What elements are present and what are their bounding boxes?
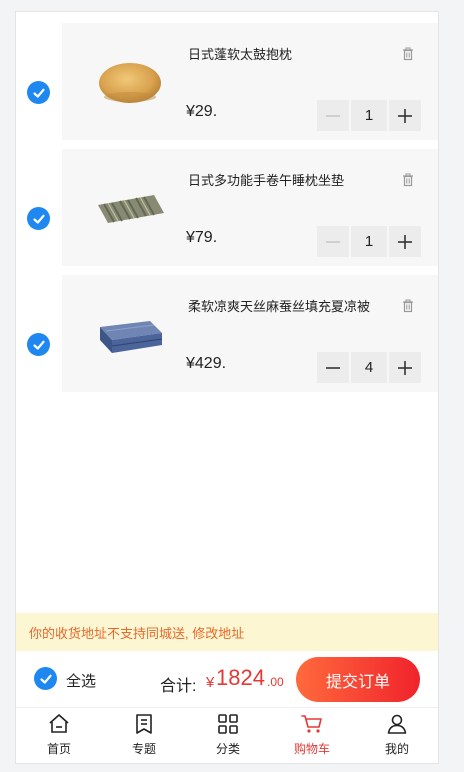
increase-button[interactable] xyxy=(389,100,421,131)
submit-order-button[interactable]: 提交订单 xyxy=(296,657,420,702)
product-name[interactable]: 柔软凉爽天丝麻蚕丝填充夏凉被 xyxy=(188,296,370,315)
address-notice[interactable]: 你的收货地址不支持同城送, 修改地址 xyxy=(16,613,438,651)
cart-item: 日式蓬软太鼓抱枕 ¥29. 1 xyxy=(16,23,438,140)
total-label: 合计: xyxy=(160,678,197,695)
cart-item-card: 柔软凉爽天丝麻蚕丝填充夏凉被 ¥429. 4 xyxy=(62,275,438,392)
tab-profile-label: 我的 xyxy=(384,742,409,756)
total-amount: 1824 xyxy=(216,665,265,690)
user-icon xyxy=(387,714,407,734)
topic-icon xyxy=(136,714,152,734)
total-decimal: .00 xyxy=(267,675,284,689)
item-checkbox[interactable] xyxy=(27,81,50,104)
decrease-button[interactable] xyxy=(317,100,349,131)
product-price: ¥29. xyxy=(186,103,218,120)
cart-item-card: 日式蓬软太鼓抱枕 ¥29. 1 xyxy=(62,23,438,140)
tab-category[interactable]: 分类 xyxy=(198,712,258,757)
category-icon xyxy=(218,714,238,734)
select-all-checkbox[interactable] xyxy=(34,667,57,690)
plus-icon xyxy=(398,360,412,375)
check-icon xyxy=(39,674,52,684)
product-price: ¥429. xyxy=(186,355,227,372)
checkout-bar: 全选 合计: ¥ 1824 .00 提交订单 xyxy=(16,651,438,707)
quantity-value[interactable]: 4 xyxy=(351,352,387,383)
cart-item: 柔软凉爽天丝麻蚕丝填充夏凉被 ¥429. 4 xyxy=(16,275,438,392)
tab-category-label: 分类 xyxy=(215,742,240,756)
quantity-value[interactable]: 1 xyxy=(351,100,387,131)
tab-profile[interactable]: 我的 xyxy=(367,712,427,757)
tab-home[interactable]: 首页 xyxy=(29,712,89,757)
trash-icon[interactable] xyxy=(402,299,414,313)
product-price: ¥79. xyxy=(186,229,218,246)
bottom-tab-bar: 首页 专题 分类 购物车 我的 xyxy=(16,707,438,763)
cart-item: 日式多功能手卷午睡枕坐垫 ¥79. 1 xyxy=(16,149,438,266)
select-all-label[interactable]: 全选 xyxy=(66,670,96,691)
tab-cart-label: 购物车 xyxy=(293,742,330,756)
quantity-stepper: 1 xyxy=(317,226,421,257)
product-name[interactable]: 日式蓬软太鼓抱枕 xyxy=(188,44,292,63)
product-image-round-cushion[interactable] xyxy=(92,57,168,107)
minus-icon xyxy=(326,366,340,369)
quantity-stepper: 1 xyxy=(317,100,421,131)
cart-page: 日式蓬软太鼓抱枕 ¥29. 1 日式多功能手卷午睡枕坐垫 ¥79. 1 柔软凉爽… xyxy=(15,11,439,764)
address-notice-text[interactable]: 你的收货地址不支持同城送, 修改地址 xyxy=(29,623,244,642)
product-image-striped-pillow[interactable] xyxy=(92,183,168,233)
plus-icon xyxy=(398,234,412,249)
decrease-button[interactable] xyxy=(317,226,349,257)
product-name[interactable]: 日式多功能手卷午睡枕坐垫 xyxy=(188,170,344,189)
item-checkbox[interactable] xyxy=(27,333,50,356)
plus-icon xyxy=(398,108,412,123)
check-icon xyxy=(32,88,45,98)
trash-icon[interactable] xyxy=(402,173,414,187)
increase-button[interactable] xyxy=(389,226,421,257)
minus-icon xyxy=(326,240,340,243)
quantity-stepper: 4 xyxy=(317,352,421,383)
trash-icon[interactable] xyxy=(402,47,414,61)
quantity-value[interactable]: 1 xyxy=(351,226,387,257)
tab-cart[interactable]: 购物车 xyxy=(282,712,342,757)
tab-topic[interactable]: 专题 xyxy=(114,712,174,757)
total-currency: ¥ xyxy=(206,674,215,691)
home-icon xyxy=(49,714,69,733)
product-image-folded-quilt[interactable] xyxy=(92,309,168,359)
decrease-button[interactable] xyxy=(317,352,349,383)
tab-home-label: 首页 xyxy=(46,742,71,756)
item-checkbox[interactable] xyxy=(27,207,50,230)
cart-item-card: 日式多功能手卷午睡枕坐垫 ¥79. 1 xyxy=(62,149,438,266)
check-icon xyxy=(32,340,45,350)
check-icon xyxy=(32,214,45,224)
cart-icon xyxy=(301,715,322,733)
minus-icon xyxy=(326,114,340,117)
increase-button[interactable] xyxy=(389,352,421,383)
tab-topic-label: 专题 xyxy=(131,742,156,756)
